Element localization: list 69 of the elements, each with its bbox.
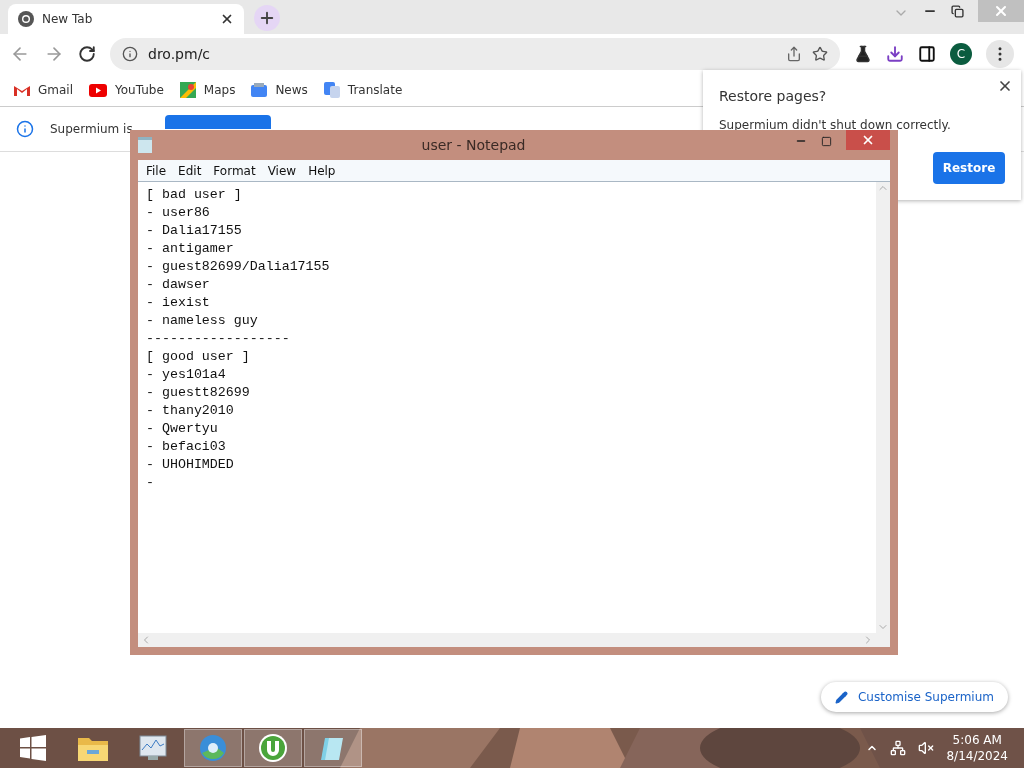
taskbar-app-button[interactable] bbox=[304, 729, 362, 767]
monitor-icon bbox=[138, 734, 168, 762]
taskbar-app-button[interactable] bbox=[244, 729, 302, 767]
close-icon bbox=[993, 3, 1009, 19]
close-icon bbox=[861, 133, 875, 147]
text-line: - bbox=[146, 474, 155, 492]
windows-logo-icon bbox=[20, 735, 46, 761]
download-icon[interactable] bbox=[886, 45, 904, 63]
menu-item[interactable]: Help bbox=[302, 163, 342, 178]
play-icon bbox=[89, 83, 107, 97]
share-icon[interactable] bbox=[786, 46, 802, 62]
address-bar[interactable]: dro.pm/c bbox=[110, 38, 840, 70]
bookmark[interactable]: YouTube bbox=[89, 83, 164, 97]
restore-button[interactable]: Restore bbox=[933, 152, 1005, 184]
menu-item[interactable]: Format bbox=[207, 163, 262, 178]
text-line: - Dalia17155 bbox=[146, 222, 243, 240]
text-line: [ bad user ] bbox=[146, 186, 243, 204]
text-line: - guestt82699 bbox=[146, 384, 251, 402]
globe-icon bbox=[198, 733, 228, 763]
pencil-icon bbox=[834, 690, 848, 704]
browser-tab[interactable]: New Tab bbox=[8, 4, 244, 34]
text-line: - antigamer bbox=[146, 240, 235, 258]
reload-icon[interactable] bbox=[78, 45, 96, 63]
flask-icon[interactable] bbox=[854, 45, 872, 63]
text-line: - guest82699/Dalia17155 bbox=[146, 258, 331, 276]
menu-icon[interactable] bbox=[986, 40, 1014, 68]
text-line: - user86 bbox=[146, 204, 211, 222]
map-pin-icon bbox=[179, 82, 196, 98]
bookmark[interactable]: Gmail bbox=[14, 83, 73, 97]
newspaper-icon bbox=[251, 83, 268, 97]
popup-message: Supermium didn't shut down correctly. bbox=[719, 118, 952, 132]
text-line: - UHOHIMDED bbox=[146, 456, 235, 474]
close-window-button[interactable] bbox=[846, 130, 890, 150]
menu-item[interactable]: File bbox=[140, 163, 173, 178]
side-panel-icon[interactable] bbox=[918, 45, 936, 63]
window-title: user - Notepad bbox=[421, 137, 526, 153]
menu-item[interactable]: View bbox=[261, 163, 303, 178]
translate-icon bbox=[323, 82, 340, 98]
text-line: ------------------ bbox=[146, 330, 291, 348]
tab-title: New Tab bbox=[42, 12, 94, 26]
plus-icon bbox=[258, 9, 276, 27]
browser-logo-icon bbox=[18, 11, 34, 27]
text-line: - iexist bbox=[146, 294, 211, 312]
mail-icon bbox=[14, 84, 30, 96]
volume-muted-icon[interactable] bbox=[918, 740, 935, 756]
text-line: - Qwertyu bbox=[146, 420, 219, 438]
popup-title: Restore pages? bbox=[719, 88, 828, 104]
info-icon bbox=[122, 46, 138, 62]
text-line: - nameless guy bbox=[146, 312, 259, 330]
text-line: - yes101a4 bbox=[146, 366, 227, 384]
menu-item[interactable]: Edit bbox=[172, 163, 208, 178]
bookmark[interactable]: News bbox=[251, 83, 308, 97]
text-line: - thany2010 bbox=[146, 402, 235, 420]
torrent-icon bbox=[258, 733, 288, 763]
text-line: [ good user ] bbox=[146, 348, 251, 366]
new-tab-button[interactable] bbox=[254, 5, 280, 31]
bookmark[interactable]: Translate bbox=[323, 82, 403, 98]
taskbar-app-button[interactable] bbox=[184, 729, 242, 767]
notepad-icon bbox=[138, 137, 152, 153]
text-line: - befaci03 bbox=[146, 438, 227, 456]
customise-button[interactable]: Customise Supermium bbox=[820, 682, 1008, 712]
bookmark[interactable]: Maps bbox=[179, 82, 236, 98]
url-text: dro.pm/c bbox=[148, 46, 212, 62]
close-icon[interactable] bbox=[220, 12, 234, 26]
text-line: - dawser bbox=[146, 276, 211, 294]
star-icon[interactable] bbox=[812, 46, 828, 62]
network-icon[interactable] bbox=[890, 740, 907, 756]
profile-avatar[interactable]: C bbox=[950, 43, 972, 65]
info-icon bbox=[16, 120, 34, 138]
